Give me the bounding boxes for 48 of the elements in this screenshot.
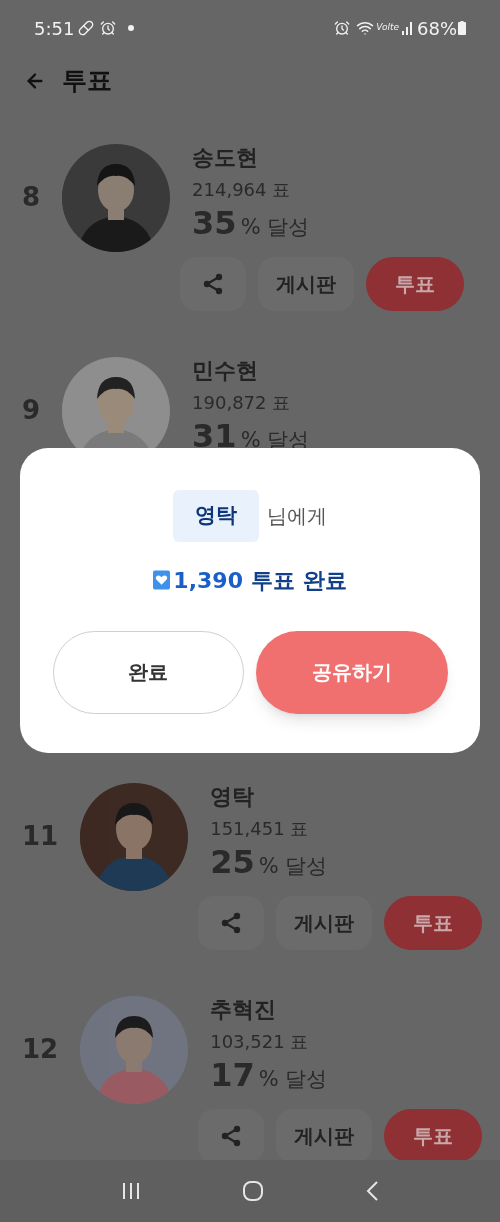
- percent-label: % 달성: [258, 852, 328, 880]
- vote-button[interactable]: 투표: [384, 1109, 483, 1163]
- status-time: 5:51: [34, 16, 75, 41]
- vote-count-value: 1,390: [173, 566, 243, 595]
- percent-value: 31: [192, 419, 237, 452]
- board-button[interactable]: 게시판: [258, 257, 355, 311]
- vote-button[interactable]: 투표: [366, 257, 465, 311]
- done-button[interactable]: 완료: [52, 630, 244, 714]
- percent-label: % 달성: [258, 1065, 328, 1093]
- candidate-name: 송도현: [192, 144, 260, 172]
- vote-count: 103,521 표: [210, 1029, 310, 1054]
- rank-number: 9: [22, 397, 41, 423]
- percent-label: % 달성: [240, 213, 310, 241]
- vote-complete-label: 투표 완료: [250, 566, 347, 595]
- percent-value: 35: [192, 206, 237, 239]
- candidate-name: 영탁: [210, 783, 256, 811]
- signal-icon: [402, 21, 414, 35]
- percent-value: 17: [210, 1058, 255, 1091]
- back-icon[interactable]: [365, 1180, 380, 1202]
- vote-count: 190,872 표: [192, 390, 292, 415]
- rank-number: 11: [22, 823, 59, 849]
- recent-apps-icon[interactable]: [120, 1181, 141, 1201]
- vote-button[interactable]: 투표: [384, 896, 483, 950]
- page-title: 투표: [62, 65, 112, 98]
- percent-value: 25: [210, 845, 255, 878]
- candidate-name: 민수현: [192, 357, 260, 385]
- wifi-icon: [356, 19, 375, 37]
- candidate-name: 추혁진: [210, 996, 278, 1024]
- battery-icon: [458, 21, 466, 35]
- battery-level: 68%: [417, 16, 457, 41]
- vote-count: 151,451 표: [210, 816, 310, 841]
- recipient-suffix: 님에게: [267, 502, 327, 530]
- board-button[interactable]: 게시판: [276, 1109, 373, 1163]
- share-button[interactable]: [198, 1109, 265, 1163]
- network-label: Volte: [376, 21, 399, 35]
- rank-number: 12: [22, 1036, 59, 1062]
- share-button[interactable]: [180, 257, 247, 311]
- alarm-icon: [100, 20, 117, 36]
- share-button[interactable]: [198, 896, 265, 950]
- recipient-name: 영탁: [173, 490, 259, 542]
- board-button[interactable]: 게시판: [276, 896, 373, 950]
- share-dialog-button[interactable]: 공유하기: [255, 630, 448, 714]
- heart-ticket-icon: [153, 570, 171, 590]
- home-icon[interactable]: [242, 1180, 264, 1202]
- alarm-icon: [334, 20, 351, 36]
- pill-icon: [78, 20, 95, 36]
- vote-count: 214,964 표: [192, 177, 292, 202]
- rank-number: 8: [22, 184, 41, 210]
